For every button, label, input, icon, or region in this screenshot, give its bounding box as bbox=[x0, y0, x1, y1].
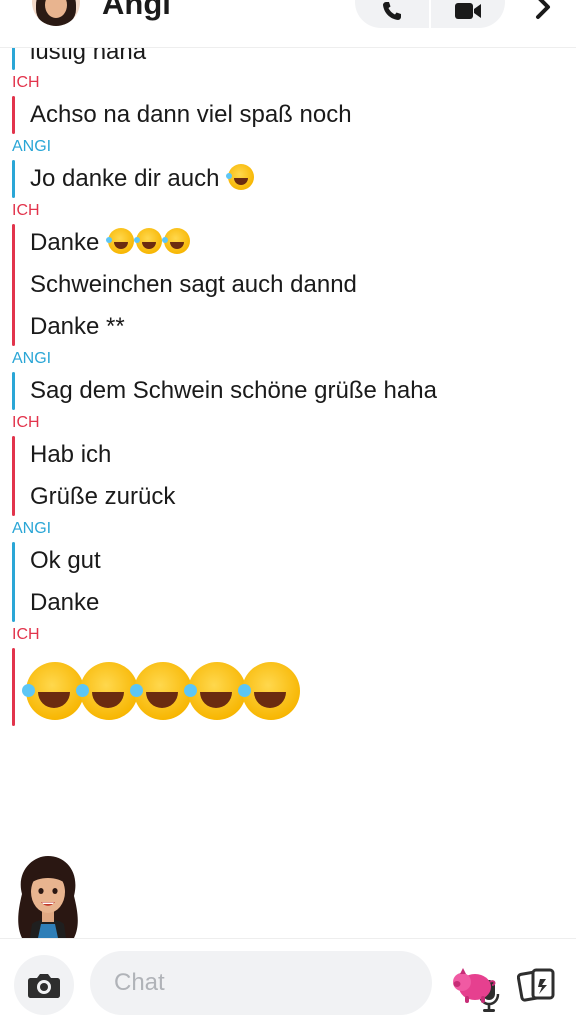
message-group: ANGI Ok gut Danke bbox=[0, 518, 576, 624]
phone-icon bbox=[383, 2, 401, 20]
bitmoji-avatar-icon bbox=[18, 856, 78, 938]
message-bubble bbox=[12, 646, 576, 728]
chevron-right-icon bbox=[536, 0, 550, 19]
camera-icon bbox=[28, 974, 60, 998]
message-text[interactable]: Danke ** bbox=[30, 306, 576, 348]
message-group: ICH Danke Schweinchen sagt auch dannd Da… bbox=[0, 200, 576, 348]
bitmoji-sticker-button[interactable] bbox=[450, 963, 498, 1007]
message-line[interactable]: Jo danke dir auch bbox=[30, 158, 576, 200]
message-text[interactable]: Grüße zurück bbox=[30, 476, 576, 518]
message-text[interactable]: Schweinchen sagt auch dannd bbox=[30, 264, 576, 306]
message-text[interactable]: Ok gut bbox=[30, 540, 576, 582]
message-group: ANGI Sag dem Schwein schöne grüße haha bbox=[0, 348, 576, 412]
rolling-laughing-emoji-icon bbox=[134, 228, 163, 254]
bitmoji-avatar[interactable] bbox=[8, 852, 88, 938]
message-group: ICH Hab ich Grüße zurück bbox=[0, 412, 576, 518]
message-list[interactable]: lustig haha ICH Achso na dann viel spaß … bbox=[0, 38, 576, 728]
rolling-laughing-emoji-icon bbox=[238, 662, 300, 720]
contact-avatar[interactable] bbox=[32, 0, 80, 26]
message-text: Danke bbox=[30, 229, 100, 256]
sender-label: ANGI bbox=[12, 350, 52, 367]
chat-input-container bbox=[90, 951, 500, 1015]
message-text[interactable]: Sag dem Schwein schöne grüße haha bbox=[30, 370, 576, 412]
emoji-message[interactable] bbox=[22, 646, 576, 728]
sender-label: ICH bbox=[12, 74, 40, 91]
message-text[interactable]: Hab ich bbox=[30, 434, 576, 476]
message-line[interactable]: Danke bbox=[30, 222, 576, 264]
video-call-button[interactable] bbox=[429, 0, 505, 28]
message-bubble: Ok gut Danke bbox=[12, 540, 576, 624]
message-text[interactable]: Danke bbox=[30, 582, 576, 624]
chat-input[interactable] bbox=[114, 967, 364, 999]
call-button-group bbox=[355, 0, 505, 28]
rolling-laughing-emoji-icon bbox=[162, 228, 191, 254]
message-group: ICH bbox=[0, 624, 576, 728]
voice-call-button[interactable] bbox=[355, 0, 429, 28]
cards-button[interactable] bbox=[514, 963, 560, 1007]
sender-label: ICH bbox=[12, 414, 40, 431]
message-bubble: Sag dem Schwein schöne grüße haha bbox=[12, 370, 576, 412]
sender-label: ANGI bbox=[12, 520, 52, 537]
message-bubble: Jo danke dir auch bbox=[12, 158, 576, 200]
message-text[interactable]: Achso na dann viel spaß noch bbox=[30, 94, 576, 136]
message-text: Jo danke dir auch bbox=[30, 165, 220, 192]
message-bubble: Achso na dann viel spaß noch bbox=[12, 94, 576, 136]
rolling-laughing-emoji-icon bbox=[226, 164, 255, 190]
message-bubble: Hab ich Grüße zurück bbox=[12, 434, 576, 518]
sender-label: ICH bbox=[12, 626, 40, 643]
message-bubble: Danke Schweinchen sagt auch dannd Danke … bbox=[12, 222, 576, 348]
sender-label: ICH bbox=[12, 202, 40, 219]
cards-icon bbox=[517, 968, 555, 1002]
composer-bar bbox=[0, 938, 576, 1024]
pig-sticker-icon bbox=[453, 968, 496, 1003]
contact-name[interactable]: Angi bbox=[102, 0, 171, 22]
sender-label: ANGI bbox=[12, 138, 52, 155]
message-group: ANGI Jo danke dir auch bbox=[0, 136, 576, 200]
video-icon bbox=[455, 3, 481, 19]
camera-button[interactable] bbox=[14, 955, 74, 1015]
chevron-right-button[interactable] bbox=[528, 0, 558, 22]
message-group: ICH Achso na dann viel spaß noch bbox=[0, 72, 576, 136]
rolling-laughing-emoji-icon bbox=[106, 228, 135, 254]
chat-header: Angi bbox=[0, 0, 576, 48]
